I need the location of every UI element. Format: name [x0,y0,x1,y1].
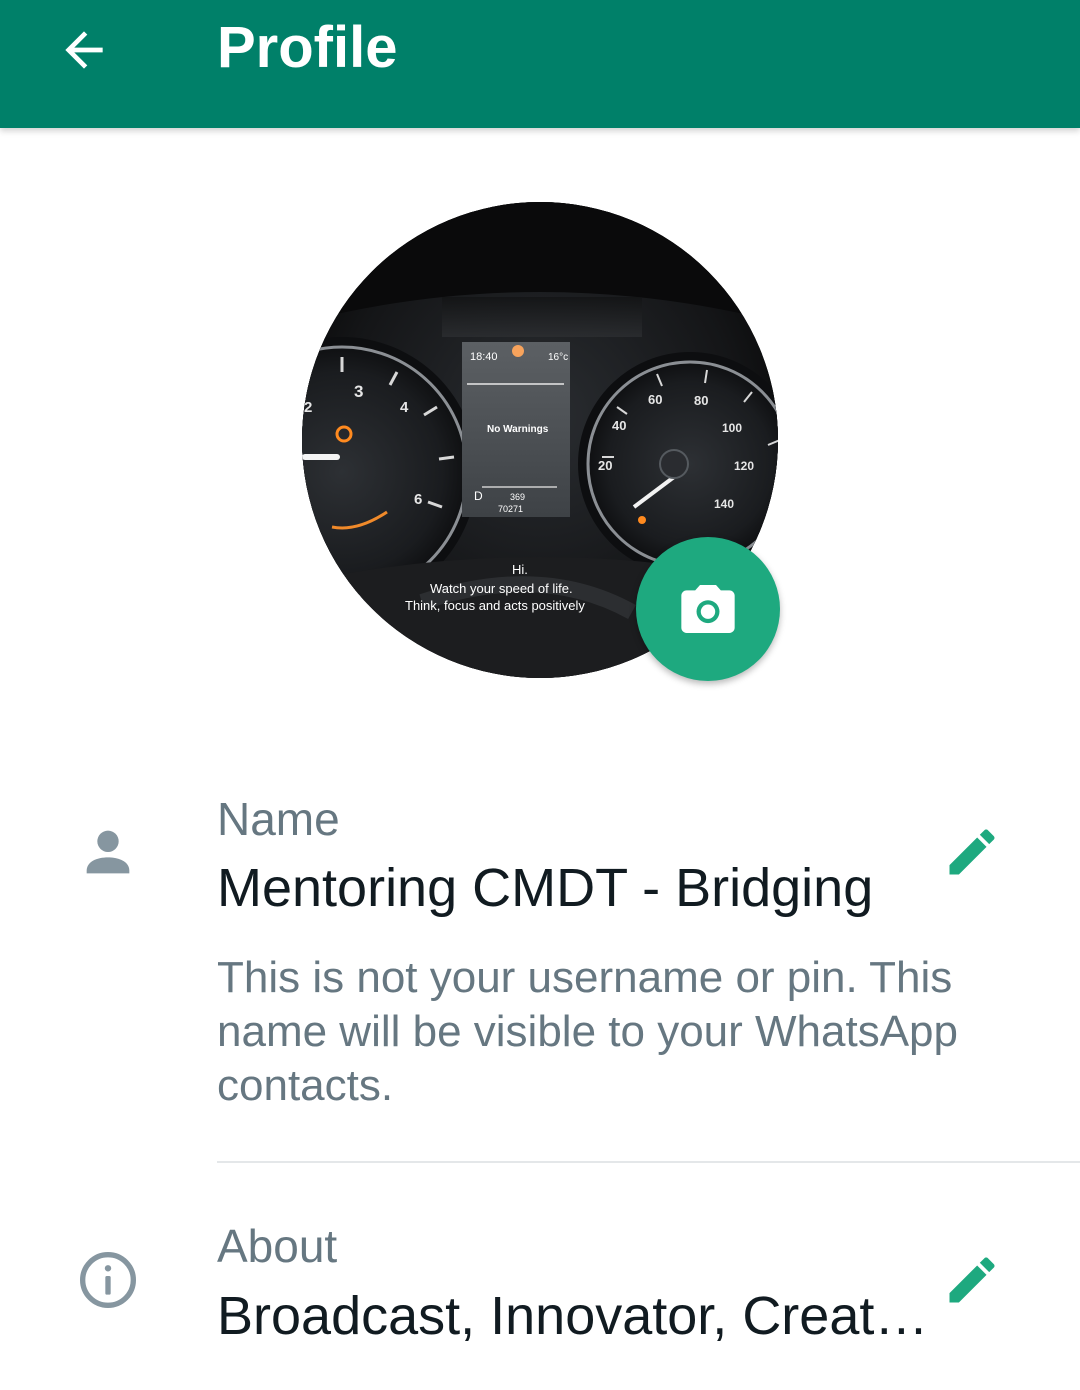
svg-text:6: 6 [414,491,422,508]
pencil-icon [949,1257,995,1303]
about-label: About [217,1220,338,1272]
svg-text:No Warnings: No Warnings [487,424,549,435]
svg-text:D: D [474,489,483,503]
profile-screen: Profile 3 4 2 6 18:40 16°c No Warnings D… [0,0,1080,1390]
svg-text:40: 40 [612,418,626,433]
name-label: Name [217,793,340,845]
svg-text:80: 80 [694,393,708,408]
svg-text:140: 140 [714,497,734,511]
svg-text:2: 2 [304,399,312,416]
about-value: Broadcast, Innovator, Creat… [217,1286,929,1346]
svg-text:60: 60 [648,392,662,407]
svg-text:Think, focus and acts positive: Think, focus and acts positively [405,598,585,613]
arrow-left-icon [65,31,103,69]
name-value: Mentoring CMDT - Bridging [217,858,874,918]
svg-text:20: 20 [598,458,612,473]
person-icon [68,812,148,892]
svg-text:100: 100 [722,421,742,435]
svg-text:Watch your speed of life.: Watch your speed of life. [430,581,573,596]
edit-name-button[interactable] [932,812,1012,892]
svg-text:70271: 70271 [498,504,523,514]
svg-text:18:40: 18:40 [470,351,498,363]
app-bar: Profile [0,0,1080,128]
pencil-icon [949,829,995,875]
svg-text:369: 369 [510,492,525,502]
svg-text:4: 4 [400,399,409,416]
svg-text:3: 3 [354,382,363,401]
change-photo-button[interactable] [636,537,780,681]
name-hint: This is not your username or pin. This n… [217,953,958,1110]
divider [217,1161,1080,1163]
page-title: Profile [217,15,398,80]
svg-text:16°c: 16°c [548,352,568,363]
back-button[interactable] [44,10,124,90]
svg-text:120: 120 [734,459,754,473]
info-icon [68,1240,148,1320]
camera-icon [681,585,735,633]
edit-about-button[interactable] [932,1240,1012,1320]
svg-text:Hi.: Hi. [512,562,528,577]
